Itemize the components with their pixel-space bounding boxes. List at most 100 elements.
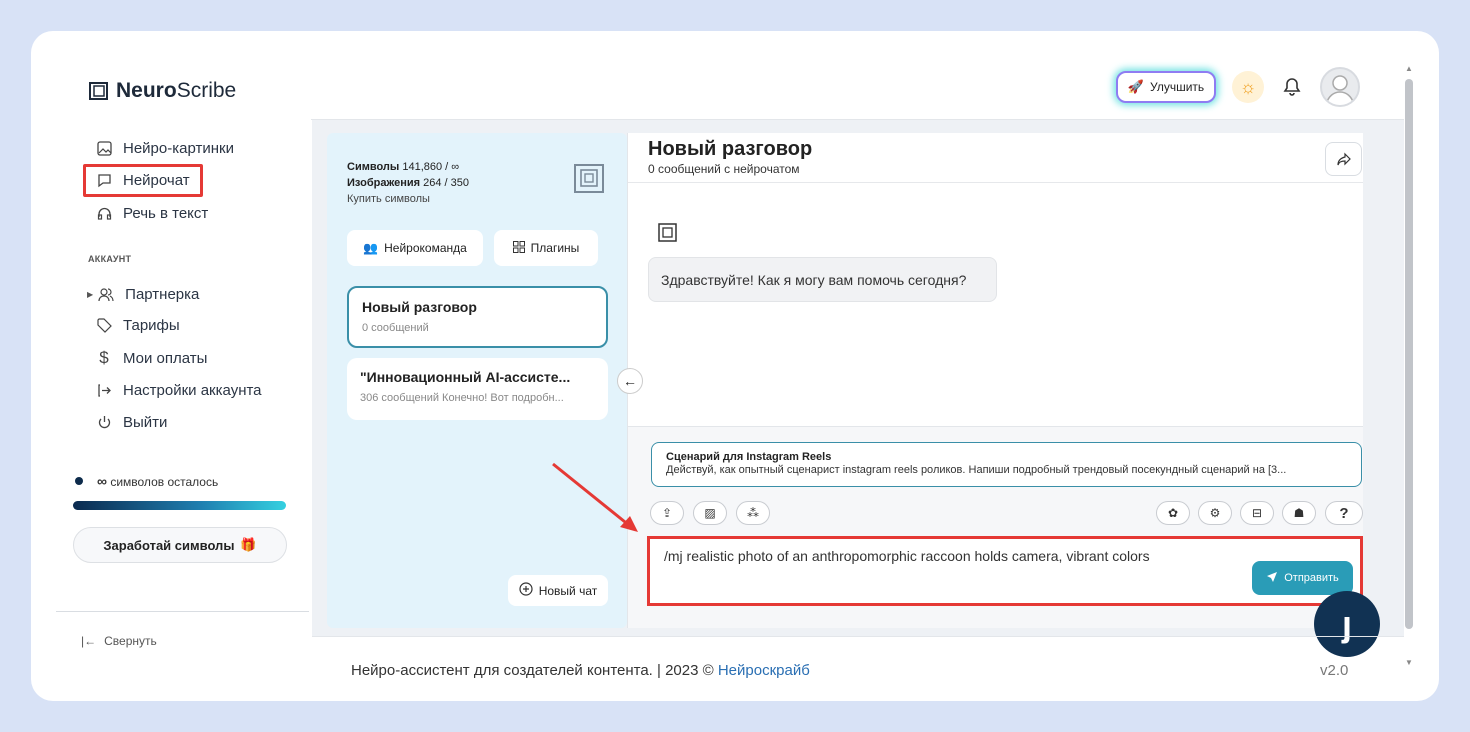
- prompt-template-card[interactable]: Сценарий для Instagram Reels Действуй, к…: [651, 442, 1362, 487]
- help-label: ?: [1339, 504, 1349, 522]
- grid-icon: [512, 240, 525, 256]
- image-icon: [95, 140, 113, 156]
- rocket-icon: 🚀: [1127, 79, 1145, 94]
- sidebar-item-partners[interactable]: ▶ Партнерка: [87, 281, 199, 307]
- collapse-sidebar-button[interactable]: |← Свернуть: [81, 634, 157, 648]
- settings-icon[interactable]: ⚙: [1198, 501, 1232, 525]
- send-button[interactable]: Отправить: [1252, 561, 1353, 595]
- bell-icon[interactable]: [1280, 75, 1304, 99]
- infinity-symbol: ∞: [97, 473, 107, 489]
- scroll-down-arrow-icon[interactable]: ▼: [1405, 658, 1413, 667]
- version-label: v2.0: [1320, 662, 1349, 679]
- status-dot: [75, 477, 83, 485]
- earn-symbols-button[interactable]: Заработай символы 🎁: [73, 527, 287, 563]
- images-value: 264 / 350: [423, 177, 469, 189]
- users-icon: [97, 287, 115, 302]
- sidebar-item-neuro-images[interactable]: Нейро-картинки: [95, 135, 234, 161]
- symbols-progress-bar: [73, 501, 286, 510]
- logo-icon: [89, 82, 108, 100]
- puzzle-icon[interactable]: ✿: [1156, 501, 1190, 525]
- neuroteam-button[interactable]: 👥 Нейрокоманда: [347, 230, 483, 266]
- conversation-subtitle: 0 сообщений: [362, 322, 429, 334]
- sidebar-divider: [56, 611, 309, 612]
- footer-divider: [312, 636, 1404, 637]
- neuroteam-label: Нейрокоманда: [384, 241, 467, 255]
- tag-icon: [95, 317, 113, 333]
- logo-bold: Neuro: [116, 79, 177, 102]
- chat-subtitle: 0 сообщений с нейрочатом: [648, 162, 800, 176]
- images-label: Изображения: [347, 177, 421, 189]
- plugins-label: Плагины: [530, 241, 580, 255]
- buy-symbols-link[interactable]: Купить символы: [347, 191, 469, 207]
- section-heading-account: АККАУНТ: [88, 254, 132, 264]
- send-label: Отправить: [1284, 572, 1339, 584]
- dollar-icon: $: [99, 348, 109, 367]
- sidebar-item-logout[interactable]: Выйти: [95, 409, 167, 435]
- chat-header-divider: [628, 182, 1363, 183]
- sidebar-item-label: Настройки аккаунта: [123, 381, 262, 399]
- robot-icon[interactable]: ☗: [1282, 501, 1316, 525]
- sidebar-item-label: Мои оплаты: [123, 349, 208, 367]
- sidebar-item-payments[interactable]: $ Мои оплаты: [95, 345, 207, 371]
- headphones-icon: [95, 206, 113, 221]
- assistant-message-bubble: Здравствуйте! Как я могу вам помочь сего…: [648, 257, 997, 302]
- symbols-remaining: ∞ символов осталось: [97, 473, 218, 489]
- scrollbar-thumb[interactable]: [1405, 79, 1413, 629]
- conversation-item-active[interactable]: Новый разговор 0 сообщений: [347, 286, 608, 348]
- upgrade-button[interactable]: 🚀 Улучшить: [1116, 71, 1216, 103]
- conversation-title: "Инновационный AI-ассисте...: [360, 369, 571, 385]
- power-icon: [95, 415, 113, 430]
- highlight-box-neurochat: [83, 164, 203, 197]
- sidebar-item-account-settings[interactable]: Настройки аккаунта: [95, 377, 262, 403]
- chat-title: Новый разговор: [648, 138, 813, 160]
- magic-wand-icon[interactable]: ⁂: [736, 501, 770, 525]
- login-icon: [95, 383, 113, 398]
- sidebar-item-label: Нейро-картинки: [123, 139, 234, 157]
- upload-icon[interactable]: ⇪: [650, 501, 684, 525]
- sidebar-item-tariffs[interactable]: Тарифы: [95, 312, 180, 338]
- bot-avatar-icon: [657, 222, 679, 244]
- help-icon[interactable]: ?: [1325, 501, 1363, 525]
- scroll-up-arrow-icon[interactable]: ▲: [1405, 64, 1413, 73]
- new-chat-label: Новый чат: [538, 583, 598, 598]
- conversation-title: Новый разговор: [362, 299, 477, 315]
- symbols-label: Символы: [347, 161, 400, 173]
- send-icon: [1266, 571, 1278, 586]
- support-chat-button[interactable]: ȷ: [1314, 591, 1380, 657]
- sidebar-item-label: Речь в текст: [123, 204, 209, 222]
- collapse-panel-arrow-icon[interactable]: ←: [617, 368, 643, 394]
- caret-right-icon: ▶: [87, 289, 94, 299]
- layout-icon[interactable]: ⊟: [1240, 501, 1274, 525]
- sidebar-item-speech-to-text[interactable]: Речь в текст: [95, 200, 208, 226]
- conversation-subtitle: 306 сообщений Конечно! Вот подробн...: [360, 392, 564, 404]
- logo[interactable]: NeuroScribe: [88, 79, 236, 103]
- image-icon[interactable]: ▨: [693, 501, 727, 525]
- collapse-arrow-icon: |←: [81, 634, 97, 648]
- message-input-value: /mj realistic photo of an anthropomorphi…: [664, 548, 1150, 564]
- upgrade-label: Улучшить: [1150, 80, 1205, 94]
- logo-rest: Scribe: [176, 79, 237, 102]
- sidebar-item-label: Выйти: [123, 413, 168, 431]
- usage-stats: Символы 141,860 / ∞ Изображения 264 / 35…: [347, 159, 469, 207]
- sidebar-item-label: Тарифы: [123, 316, 180, 334]
- new-chat-button[interactable]: Новый чат: [508, 575, 608, 606]
- conversation-item[interactable]: "Инновационный AI-ассисте... 306 сообщен…: [347, 358, 608, 420]
- gift-icon: 🎁: [240, 537, 257, 552]
- plus-circle-icon: [519, 582, 533, 599]
- theme-toggle-sun-icon[interactable]: ☼: [1232, 71, 1264, 103]
- symbols-value: 141,860 / ∞: [402, 161, 460, 173]
- collapse-label: Свернуть: [104, 634, 157, 648]
- prompt-template-description: Действуй, как опытный сценарист instagra…: [666, 464, 1287, 476]
- plugins-button[interactable]: Плагины: [494, 230, 598, 266]
- footer-copyright: Нейро-ассистент для создателей контента.…: [351, 662, 718, 679]
- earn-symbols-label: Заработай символы: [103, 537, 235, 553]
- app-window: NeuroScribe 🚀 Улучшить ☼ Нейро-картинки …: [31, 31, 1439, 701]
- cube-logo-icon: [572, 161, 608, 197]
- team-icon: 👥: [363, 241, 379, 255]
- sidebar-item-label: Партнерка: [125, 285, 200, 303]
- footer-link[interactable]: Нейроскрайб: [718, 662, 810, 679]
- symbols-remaining-label: символов осталось: [110, 475, 219, 489]
- footer-text: Нейро-ассистент для создателей контента.…: [351, 662, 810, 679]
- avatar[interactable]: [1320, 67, 1360, 107]
- share-icon[interactable]: [1325, 142, 1362, 176]
